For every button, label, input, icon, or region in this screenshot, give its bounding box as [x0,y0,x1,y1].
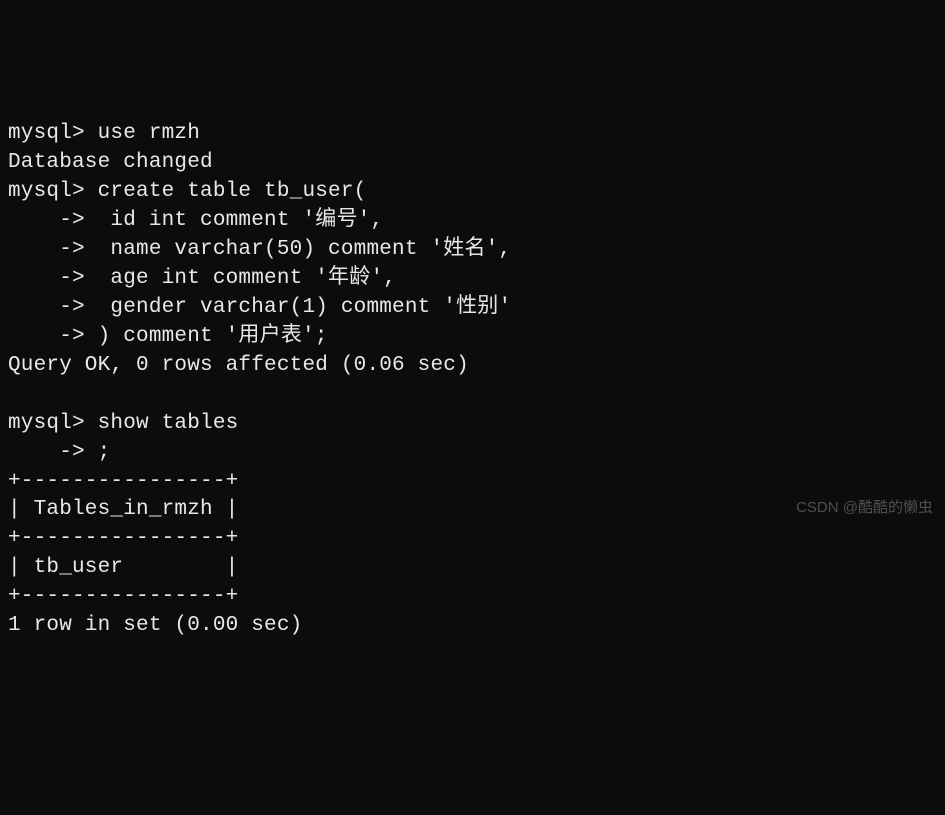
terminal-line: -> gender varchar(1) comment '性别' [8,294,937,323]
terminal-line: Database changed [8,149,937,178]
terminal-line: 1 row in set (0.00 sec) [8,612,937,641]
terminal-line: mysql> create table tb_user( [8,178,937,207]
terminal-line: Query OK, 0 rows affected (0.06 sec) [8,352,937,381]
terminal-line: | tb_user | [8,554,937,583]
watermark-text: CSDN @酷酷的懒虫 [796,498,933,519]
terminal-line: -> age int comment '年龄', [8,265,937,294]
terminal-line: -> ) comment '用户表'; [8,323,937,352]
terminal-line: -> id int comment '编号', [8,207,937,236]
terminal-line: -> ; [8,439,937,468]
terminal-line: +----------------+ [8,525,937,554]
terminal-line: mysql> show tables [8,410,937,439]
terminal-line [8,381,937,410]
terminal-line: +----------------+ [8,468,937,497]
terminal-line: +----------------+ [8,583,937,612]
terminal-output: mysql> use rmzhDatabase changedmysql> cr… [8,120,937,641]
terminal-line: -> name varchar(50) comment '姓名', [8,236,937,265]
terminal-line: mysql> use rmzh [8,120,937,149]
